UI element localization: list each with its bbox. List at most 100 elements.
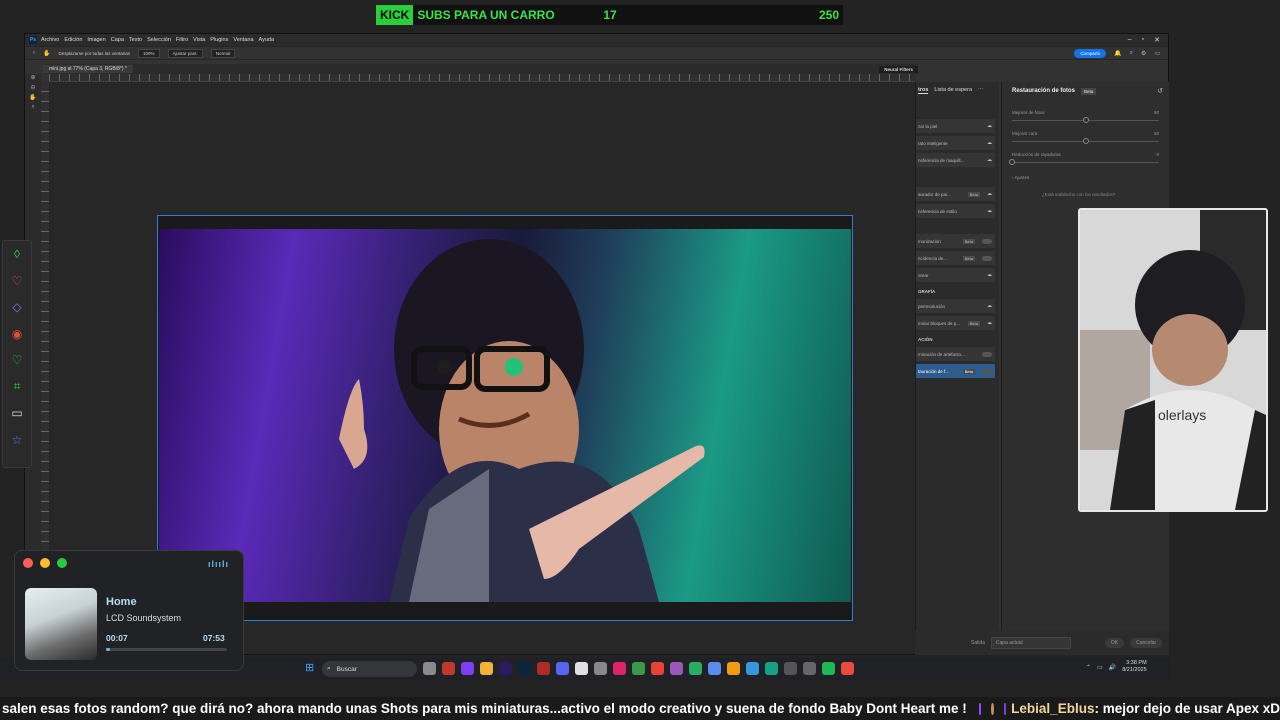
filter-super-resolution[interactable]: perresolución ☁ [916, 299, 995, 313]
menu-archivo[interactable]: Archivo [41, 37, 59, 43]
menu-edicion[interactable]: Edición [64, 37, 82, 43]
menu-seleccion[interactable]: Selección [147, 37, 171, 43]
slider-enhance-photo[interactable]: Mejorar de fotos 50 [1012, 110, 1159, 123]
share-button[interactable]: Compartir [1074, 48, 1107, 58]
photoshop-icon[interactable] [518, 662, 531, 675]
volume-icon[interactable]: 🔊 [1109, 664, 1116, 671]
cancel-button[interactable]: Cancelar [1130, 637, 1163, 648]
fit-screen-button[interactable]: Ajustar pant. [167, 48, 203, 58]
filter-harmonization[interactable]: monización Beta [916, 234, 995, 248]
gift-icon[interactable]: ⌗ [3, 374, 31, 401]
windows-start-icon[interactable]: ⊞ [305, 663, 316, 674]
filter-color-match[interactable]: ncidencia de... Beta [916, 251, 995, 265]
filter-toggle[interactable] [982, 238, 992, 244]
app-icon[interactable] [784, 662, 797, 675]
cloud-download-icon[interactable]: ☁ [987, 208, 992, 214]
tab-waitlist[interactable]: Lista de espera [934, 87, 972, 93]
hand-icon[interactable]: ✋ [43, 50, 50, 57]
back-arrow-icon[interactable]: ‹ [33, 50, 35, 56]
scroll-all-checkbox[interactable]: Desplazarse por todas las ventanas [58, 51, 130, 56]
folder-icon[interactable] [480, 662, 493, 675]
slider-knob[interactable] [1009, 159, 1015, 165]
app-icon[interactable] [670, 662, 683, 675]
filter-toggle[interactable] [982, 255, 992, 261]
app-icon[interactable] [765, 662, 778, 675]
heart-icon[interactable]: ♡ [3, 268, 31, 295]
document-tab[interactable]: mini.jpg al 77% (Capa 3, RGB/8*) * [43, 65, 133, 73]
document-canvas[interactable] [157, 215, 853, 621]
adjustments-toggle[interactable]: › Ajustes [1012, 175, 1159, 180]
filter-colorize[interactable]: orear ☁ [916, 268, 995, 282]
filter-skin-smoothing[interactable]: zar la piel ☁ [916, 119, 995, 133]
zoom-out-tool-icon[interactable]: ⊖ [25, 84, 41, 94]
filter-makeup-transfer[interactable]: nsferencia de maquill... ☁ [916, 153, 995, 167]
premiere-icon[interactable] [499, 662, 512, 675]
menu-ayuda[interactable]: Ayuda [259, 37, 275, 43]
cloud-download-icon[interactable]: ☁ [987, 320, 992, 326]
workspace-icon[interactable]: ▭ [1154, 50, 1160, 57]
close-icon[interactable]: ✕ [1154, 36, 1160, 44]
app-icon[interactable] [423, 662, 436, 675]
discord-icon[interactable] [556, 662, 569, 675]
cloud-download-icon[interactable]: ☁ [987, 191, 992, 197]
app-icon[interactable] [708, 662, 721, 675]
app-icon[interactable] [803, 662, 816, 675]
filter-landscape-mixer[interactable]: aurador de pai... Beta ☁ [916, 187, 995, 201]
app-icon[interactable] [442, 662, 455, 675]
filter-photo-restoration[interactable]: tauración de f... Beta [916, 364, 995, 378]
menu-texto[interactable]: Texto [129, 37, 142, 43]
kick-icon[interactable]: ◊ [3, 241, 31, 268]
cloud-download-icon[interactable]: ☁ [987, 140, 992, 146]
zoom-in-tool-icon[interactable]: ⊕ [25, 74, 41, 84]
heart-outline-icon[interactable]: ♡ [3, 347, 31, 374]
menu-vista[interactable]: Vista [193, 37, 205, 43]
menu-filtro[interactable]: Filtro [176, 37, 188, 43]
network-icon[interactable]: ▭ [1097, 664, 1103, 671]
hand-tool-icon[interactable]: ✋ [25, 94, 41, 104]
spotify-icon[interactable] [822, 662, 835, 675]
zoom-field[interactable]: 100% [138, 48, 160, 58]
slider-scratch-reduction[interactable]: Reducción de rayaduras 0 [1009, 152, 1159, 165]
menu-ventana[interactable]: Ventana [233, 37, 253, 43]
app-icon[interactable] [632, 662, 645, 675]
app-icon[interactable] [575, 662, 588, 675]
slider-knob[interactable] [1082, 117, 1089, 123]
mode-select[interactable]: Normal [210, 48, 236, 58]
app-icon[interactable] [613, 662, 626, 675]
search-icon[interactable]: ⌕ [1130, 50, 1133, 57]
app-icon[interactable] [727, 662, 740, 675]
bell-icon[interactable]: 🔔 [1114, 50, 1121, 57]
output-select[interactable]: Capa actual [990, 636, 1071, 649]
menu-plugins[interactable]: Plugins [210, 37, 228, 43]
app-icon[interactable] [537, 662, 550, 675]
cloud-download-icon[interactable]: ☁ [987, 303, 992, 309]
app-icon[interactable] [841, 662, 854, 675]
tab-all-filters[interactable]: tros [918, 87, 929, 94]
filter-artifact-removal[interactable]: minación de artefacto... [916, 347, 995, 361]
chrome-icon[interactable] [651, 662, 664, 675]
menu-capa[interactable]: Capa [111, 37, 124, 43]
minimize-icon[interactable]: – [1128, 36, 1132, 44]
app-icon[interactable] [746, 662, 759, 675]
eye-icon[interactable]: ◉ [3, 321, 31, 348]
star-icon[interactable]: ☆ [3, 427, 31, 454]
diamond-icon[interactable]: ◇ [3, 294, 31, 321]
app-icon[interactable] [689, 662, 702, 675]
ok-button[interactable]: OK [1104, 637, 1125, 648]
filter-toggle[interactable] [982, 368, 992, 374]
filter-smart-portrait[interactable]: rato inteligente ☁ [916, 136, 995, 150]
filter-style-transfer[interactable]: nsferencia de estilo ☁ [916, 204, 995, 218]
cloud-download-icon[interactable]: ☁ [987, 157, 992, 163]
taskbar-search[interactable]: ⌕ Buscar [322, 661, 417, 677]
chevron-up-icon[interactable]: ⌃ [1086, 664, 1091, 671]
cloud-download-icon[interactable]: ☁ [987, 123, 992, 129]
filter-jpeg-artifacts[interactable]: minar bloques de p... Beta ☁ [916, 316, 995, 330]
slider-enhance-face[interactable]: Mejorar cara 50 [1012, 131, 1159, 144]
zoom-tool-icon[interactable]: ⌕ [25, 104, 41, 114]
app-icon[interactable] [461, 662, 474, 675]
maximize-icon[interactable]: ▫ [1142, 36, 1144, 44]
settings-icon[interactable]: ⚙ [1141, 50, 1146, 57]
cloud-download-icon[interactable]: ☁ [987, 272, 992, 278]
app-icon[interactable] [594, 662, 607, 675]
filter-toggle[interactable] [982, 351, 992, 357]
